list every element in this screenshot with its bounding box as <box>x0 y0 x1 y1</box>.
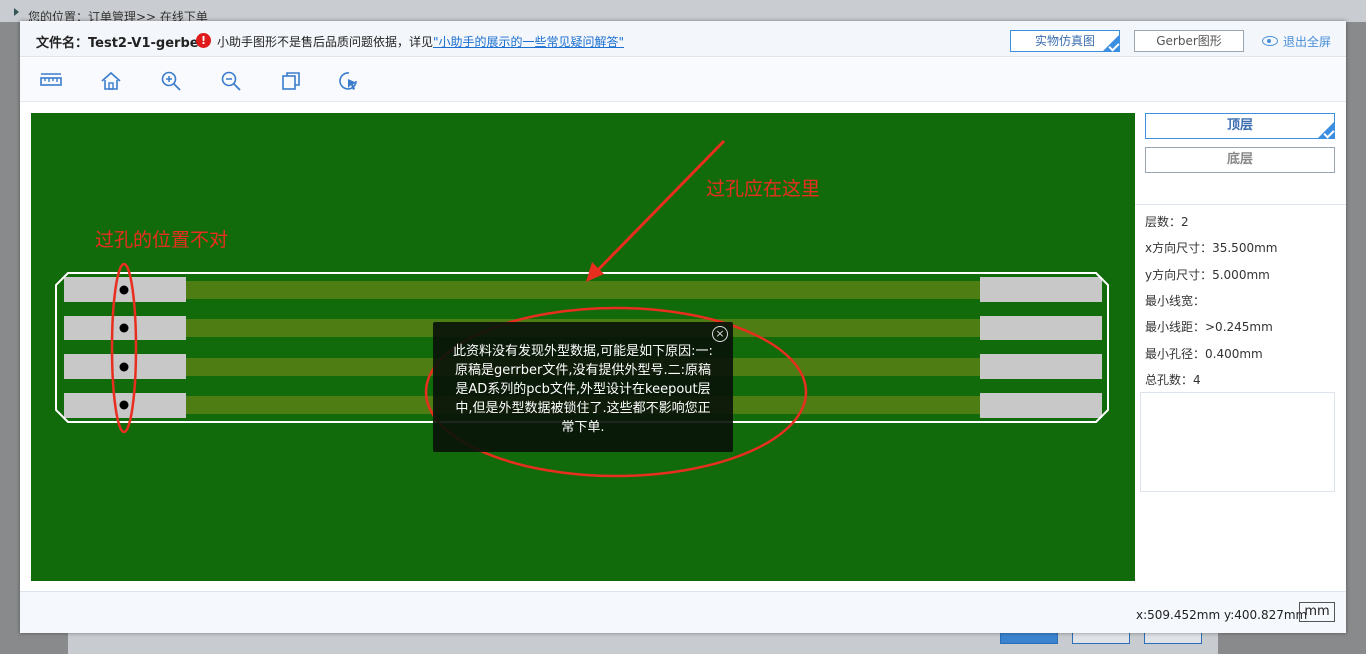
bottom-layer-label: 底层 <box>1226 152 1253 167</box>
unit-toggle[interactable]: mm <box>1299 602 1335 622</box>
annotation-wrong-position: 过孔的位置不对 <box>95 229 229 251</box>
background-primary-button <box>1000 632 1058 644</box>
layer-side-panel: 顶层 底层 层数：2 x方向尺寸：35.500mm y方向尺寸：5.000mm … <box>1135 102 1346 592</box>
annotation-should-be-here: 过孔应在这里 <box>706 178 821 200</box>
exit-fullscreen-button[interactable]: 退出全屏 <box>1283 33 1331 50</box>
gerber-view-button[interactable]: Gerber图形 <box>1134 30 1244 52</box>
close-icon[interactable]: × <box>712 326 728 342</box>
stat-min-line-spacing: 最小线距：>0.245mm <box>1145 320 1273 334</box>
stat-min-line-width: 最小线宽： <box>1145 294 1206 308</box>
popup-message: 此资料没有发现外型数据,可能是如下原因:一:原稿是gerrber文件,没有提供外… <box>453 344 713 435</box>
bottom-layer-button[interactable]: 底层 <box>1145 147 1335 173</box>
viewer-toolbar <box>20 58 1346 102</box>
background-breadcrumb-bar: 您的位置：订单管理>> 在线下单 <box>0 0 1366 24</box>
background-secondary-button <box>1144 632 1202 644</box>
stat-layers: 层数：2 <box>1145 215 1189 229</box>
notice-prefix: 小助手图形不是售后品质问题依据，详见 <box>217 35 434 49</box>
viewer-header: 文件名：Test2-V1-gerber ! 小助手图形不是售后品质问题依据，详见… <box>20 21 1346 57</box>
background-secondary-button <box>1072 632 1130 644</box>
gerber-view-label: Gerber图形 <box>1156 34 1222 48</box>
cursor-coordinates: x:509.452mm y:400.827mm <box>1136 608 1308 622</box>
cursor-icon[interactable] <box>338 70 360 92</box>
top-layer-button[interactable]: 顶层 <box>1145 113 1335 139</box>
stat-min-hole: 最小孔径：0.400mm <box>1145 347 1263 361</box>
stat-y-size: y方向尺寸：5.000mm <box>1145 268 1270 282</box>
stat-hole-count: 总孔数：4 <box>1145 373 1201 387</box>
check-corner-icon <box>1102 34 1120 52</box>
notes-box <box>1140 392 1335 492</box>
warning-icon: ! <box>196 33 211 48</box>
side-divider <box>1135 204 1346 205</box>
viewer-footer: x:509.452mm y:400.827mm mm <box>20 591 1346 633</box>
home-icon[interactable] <box>100 70 122 92</box>
copy-icon[interactable] <box>280 70 302 92</box>
realistic-view-label: 实物仿真图 <box>1034 34 1095 48</box>
breadcrumb-arrow-icon <box>14 8 19 16</box>
notice-text: 小助手图形不是售后品质问题依据，详见"小助手的展示的一些常见疑问解答" <box>217 33 624 50</box>
zoom-in-icon[interactable] <box>160 70 182 92</box>
check-corner-icon <box>1317 121 1335 139</box>
faq-link[interactable]: "小助手的展示的一些常见疑问解答" <box>433 35 624 49</box>
file-name-label: 文件名：Test2-V1-gerber <box>36 36 205 51</box>
realistic-view-button[interactable]: 实物仿真图 <box>1010 30 1120 52</box>
no-outline-popup: 此资料没有发现外型数据,可能是如下原因:一:原稿是gerrber文件,没有提供外… <box>433 322 733 452</box>
ruler-icon[interactable] <box>40 70 62 92</box>
eye-icon <box>1262 36 1278 46</box>
zoom-out-icon[interactable] <box>220 70 242 92</box>
stat-x-size: x方向尺寸：35.500mm <box>1145 241 1278 255</box>
top-layer-label: 顶层 <box>1226 118 1253 133</box>
